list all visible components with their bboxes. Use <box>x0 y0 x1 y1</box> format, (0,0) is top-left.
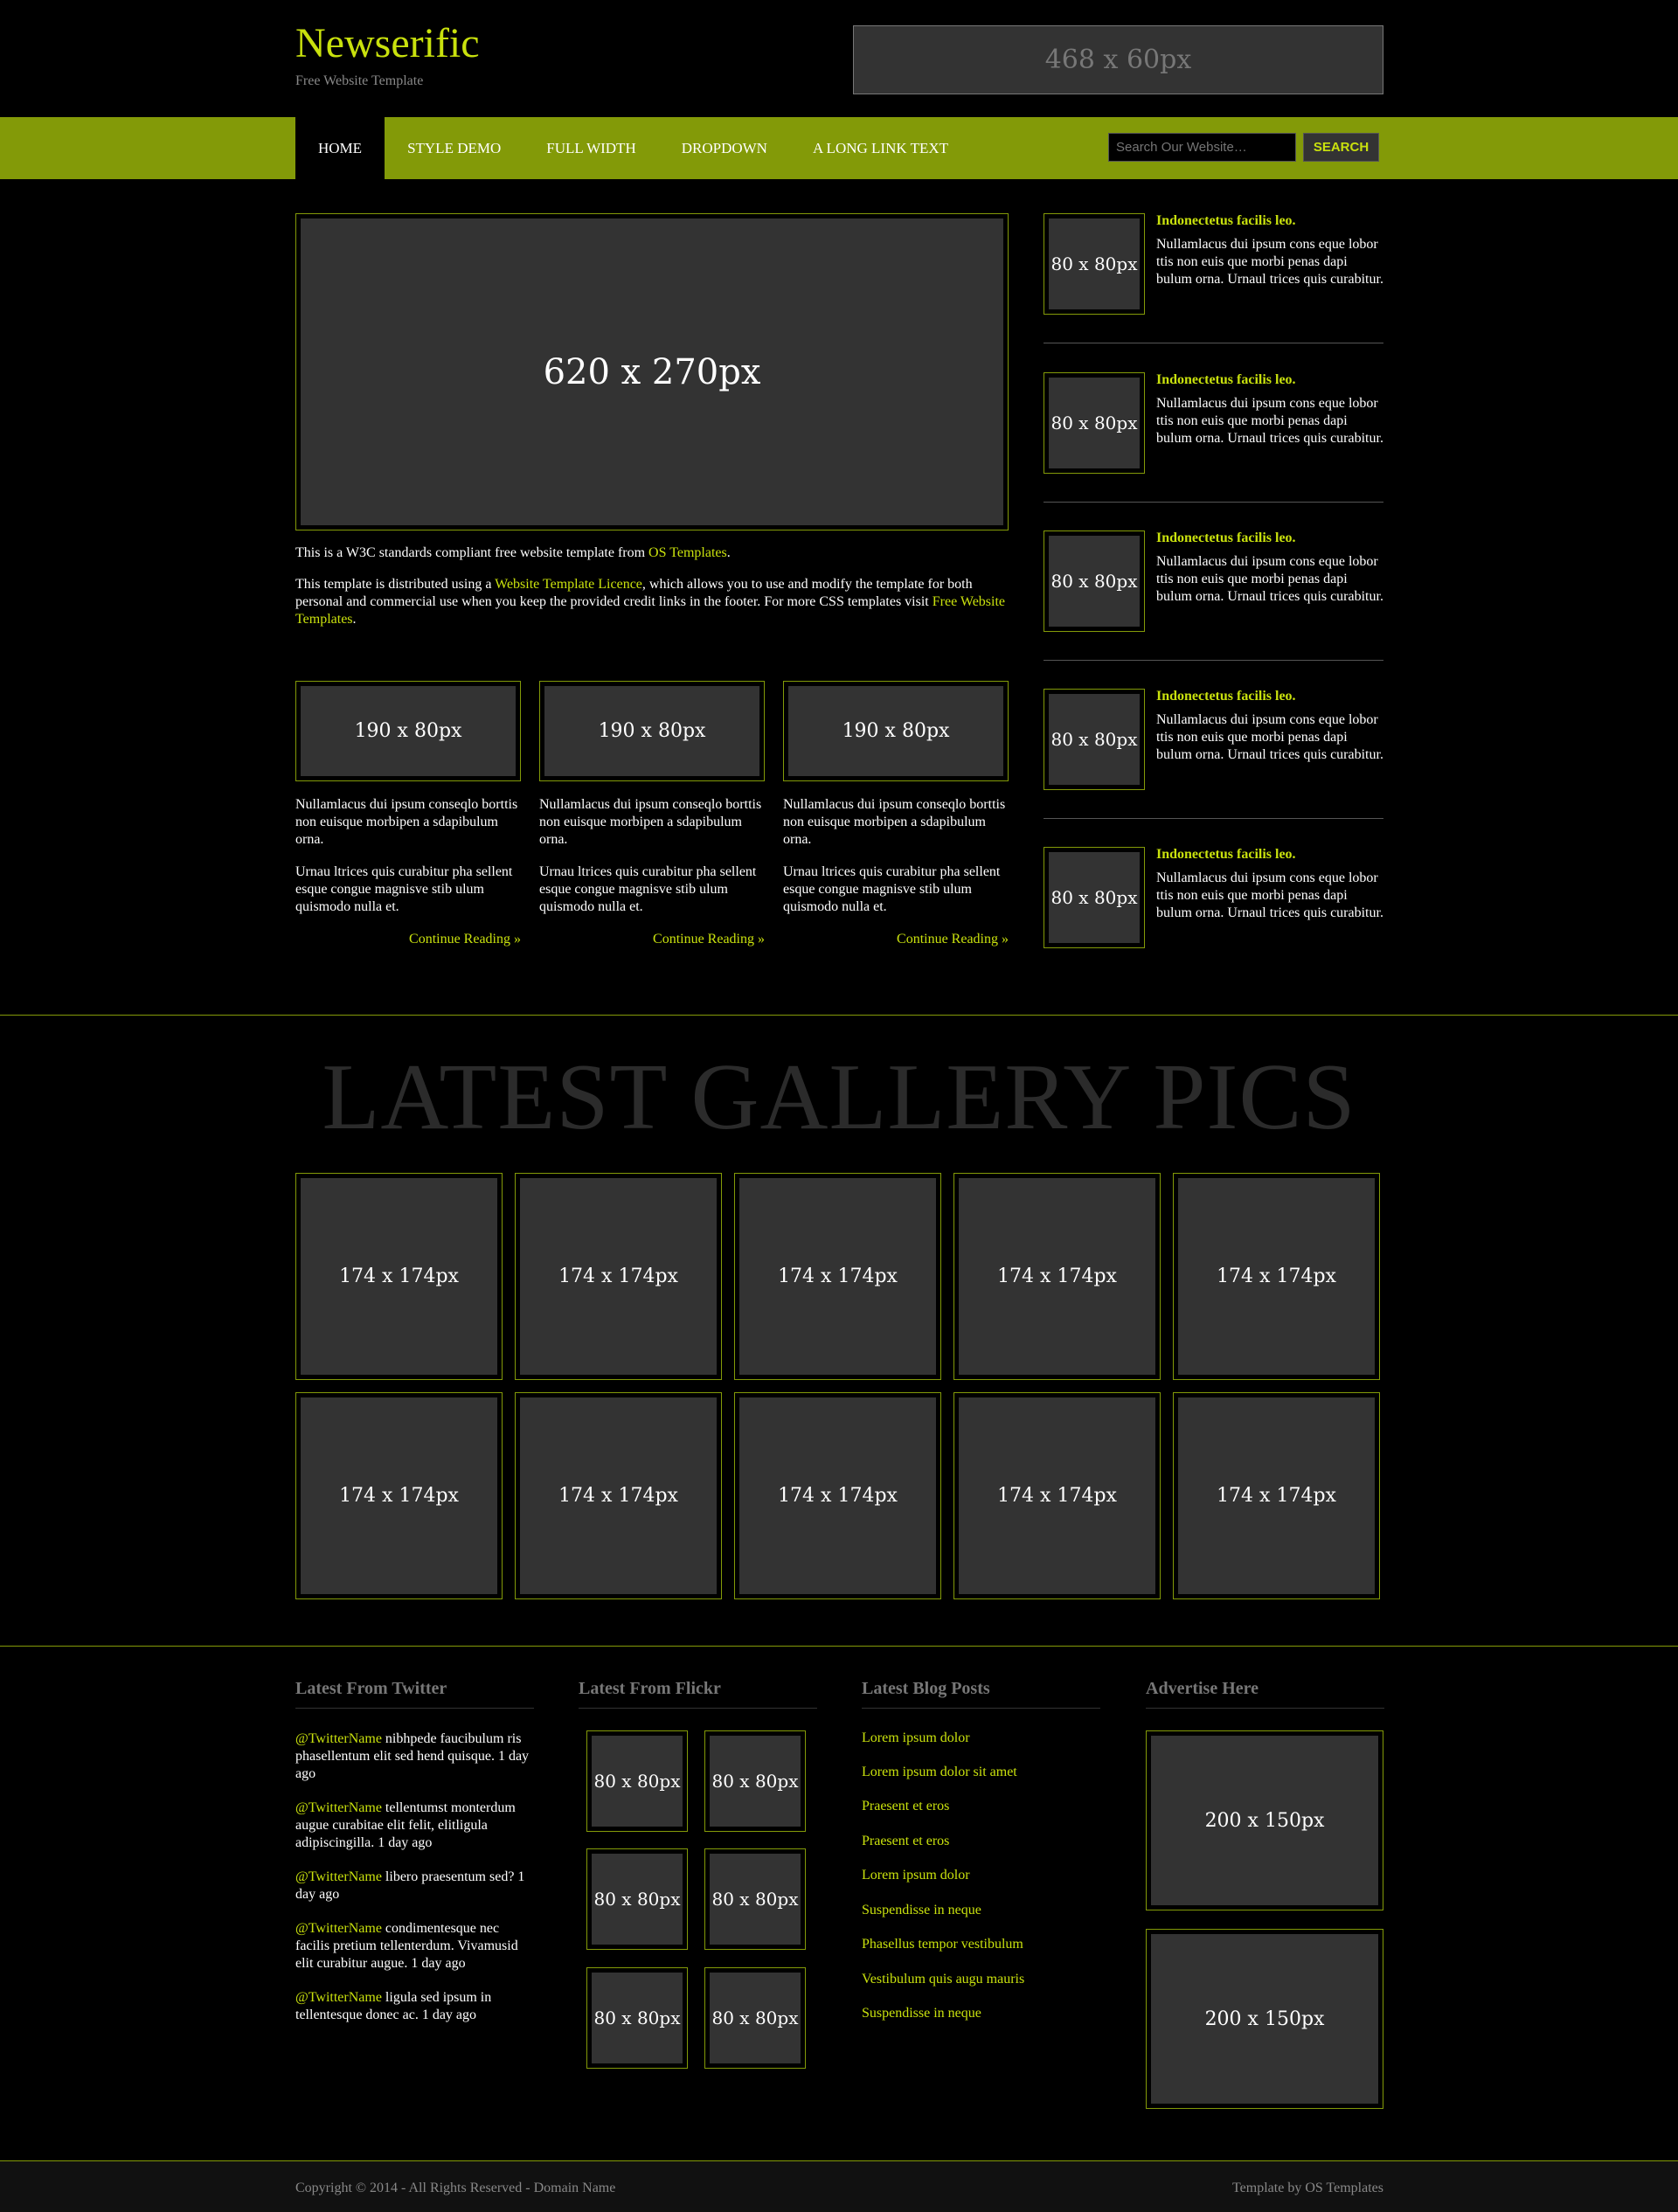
sidebar-divider <box>1044 502 1383 503</box>
ad-block[interactable]: 200 x 150px <box>1146 1929 1383 2109</box>
gallery-top-border <box>0 1015 1678 1016</box>
intro-paragraph: This is a W3C standards compliant free w… <box>295 545 731 560</box>
tweet: @TwitterName ligula sed ipsum in tellent… <box>295 1990 492 2022</box>
sidebar-thumb[interactable]: 80 x 80px <box>1044 213 1145 315</box>
hero-image-label: 620 x 270px <box>543 351 761 392</box>
blog-post-link[interactable]: Lorem ipsum dolor sit amet <box>862 1765 1017 1780</box>
blog-widget-title: Latest Blog Posts <box>862 1679 1100 1709</box>
blog-post-link[interactable]: Suspendisse in neque <box>862 1903 981 1918</box>
nav-item-home[interactable]: Home <box>295 117 385 179</box>
banner-label: 468 x 60px <box>1044 45 1192 75</box>
hero-image: 620 x 270px <box>295 213 1009 530</box>
tweet: @TwitterName condimentesque nec facilis … <box>295 1921 518 1971</box>
sidebar-thumb[interactable]: 80 x 80px <box>1044 689 1145 790</box>
sidebar-item-text: Nullamlacus dui ipsum cons eque lobor tt… <box>1156 237 1383 287</box>
nav-item-long-link[interactable]: A Long Link Text <box>790 117 971 179</box>
flickr-thumb[interactable]: 80 x 80px <box>586 1848 688 1950</box>
column-text-3b: Urnau ltrices quis curabitur pha sellent… <box>783 864 1001 914</box>
copyright-bar: Copyright © 2014 - All Rights Reserved -… <box>0 2160 1678 2212</box>
sidebar-thumb[interactable]: 80 x 80px <box>1044 372 1145 474</box>
column-text-3a: Nullamlacus dui ipsum conseqlo borttis n… <box>783 797 1006 847</box>
twitter-handle-link[interactable]: @TwitterName <box>295 1921 382 1936</box>
sidebar-divider <box>1044 818 1383 819</box>
twitter-handle-link[interactable]: @TwitterName <box>295 1869 382 1884</box>
ad-block[interactable]: 200 x 150px <box>1146 1730 1383 1910</box>
column-text-2b: Urnau ltrices quis curabitur pha sellent… <box>539 864 757 914</box>
sidebar-thumb[interactable]: 80 x 80px <box>1044 530 1145 632</box>
template-credit[interactable]: Template by OS Templates <box>1232 2181 1383 2196</box>
twitter-handle-link[interactable]: @TwitterName <box>295 1990 382 2005</box>
column-image[interactable]: 190 x 80px <box>783 681 1009 781</box>
column-text-2a: Nullamlacus dui ipsum conseqlo borttis n… <box>539 797 762 847</box>
sidebar-item-text: Nullamlacus dui ipsum cons eque lobor tt… <box>1156 554 1383 604</box>
copyright-text: Copyright © 2014 - All Rights Reserved -… <box>295 2181 616 2195</box>
column-text-1b: Urnau ltrices quis curabitur pha sellent… <box>295 864 513 914</box>
licence-paragraph: This template is distributed using a Web… <box>295 577 1006 627</box>
sidebar-divider <box>1044 660 1383 661</box>
blog-post-link[interactable]: Lorem ipsum dolor <box>862 1730 970 1746</box>
sidebar-item-title[interactable]: Indonectetus facilis leo. <box>1156 213 1383 229</box>
os-templates-link[interactable]: OS Templates <box>648 545 727 560</box>
blog-post-link[interactable]: Suspendisse in neque <box>862 2006 981 2021</box>
blog-post-link[interactable]: Praesent et eros <box>862 1799 949 1814</box>
nav-items: Home Style Demo Full Width Dropdown A Lo… <box>295 117 971 179</box>
tweet: @TwitterName nibhpede faucibulum ris pha… <box>295 1731 530 1781</box>
blog-post-link[interactable]: Phasellus tempor vestibulum <box>862 1937 1023 1952</box>
search-button[interactable]: Search <box>1303 133 1379 162</box>
twitter-widget-title: Latest From Twitter <box>295 1679 534 1709</box>
advertise-widget-title: Advertise Here <box>1146 1679 1384 1709</box>
twitter-handle-link[interactable]: @TwitterName <box>295 1731 382 1746</box>
flickr-widget-title: Latest From Flickr <box>579 1679 817 1709</box>
gallery-item[interactable]: 174 x 174px <box>295 1392 503 1599</box>
sidebar-item-title[interactable]: Indonectetus facilis leo. <box>1156 372 1383 388</box>
gallery-item[interactable]: 174 x 174px <box>1173 1173 1380 1380</box>
sidebar-thumb[interactable]: 80 x 80px <box>1044 847 1145 948</box>
gallery-item[interactable]: 174 x 174px <box>295 1173 503 1380</box>
site-logo[interactable]: Newserific <box>295 19 480 67</box>
tweet: @TwitterName libero praesentum sed? 1 da… <box>295 1869 525 1902</box>
nav-item-full-width[interactable]: Full Width <box>524 117 658 179</box>
gallery-item[interactable]: 174 x 174px <box>734 1173 941 1380</box>
nav-item-dropdown[interactable]: Dropdown <box>659 117 790 179</box>
continue-reading-link[interactable]: Continue Reading » <box>295 932 521 947</box>
sidebar-item-title[interactable]: Indonectetus facilis leo. <box>1156 530 1383 546</box>
footer-top-border <box>0 1646 1678 1647</box>
blog-post-link[interactable]: Praesent et eros <box>862 1834 949 1849</box>
search-input[interactable] <box>1108 133 1296 162</box>
gallery-item[interactable]: 174 x 174px <box>515 1392 722 1599</box>
gallery-item[interactable]: 174 x 174px <box>734 1392 941 1599</box>
gallery-item[interactable]: 174 x 174px <box>953 1392 1161 1599</box>
sidebar-item-title[interactable]: Indonectetus facilis leo. <box>1156 689 1383 704</box>
continue-reading-link[interactable]: Continue Reading » <box>539 932 765 947</box>
header-banner-ad[interactable]: 468 x 60px <box>853 25 1383 94</box>
nav-item-style-demo[interactable]: Style Demo <box>385 117 524 179</box>
site-tagline: Free Website Template <box>295 73 424 88</box>
flickr-thumb[interactable]: 80 x 80px <box>704 1730 806 1832</box>
main-nav: Home Style Demo Full Width Dropdown A Lo… <box>0 117 1678 179</box>
gallery-item[interactable]: 174 x 174px <box>515 1173 722 1380</box>
flickr-thumb[interactable]: 80 x 80px <box>704 1848 806 1950</box>
twitter-handle-link[interactable]: @TwitterName <box>295 1800 382 1815</box>
gallery-item[interactable]: 174 x 174px <box>1173 1392 1380 1599</box>
flickr-thumb[interactable]: 80 x 80px <box>586 1967 688 2069</box>
blog-post-link[interactable]: Lorem ipsum dolor <box>862 1868 970 1883</box>
blog-post-link[interactable]: Vestibulum quis augu mauris <box>862 1972 1024 1987</box>
flickr-thumb[interactable]: 80 x 80px <box>704 1967 806 2069</box>
gallery-heading: LATEST GALLERY PICS <box>322 1045 1356 1149</box>
site-header: Newserific Free Website Template 468 x 6… <box>0 0 1678 117</box>
column-text-1a: Nullamlacus dui ipsum conseqlo borttis n… <box>295 797 518 847</box>
column-image[interactable]: 190 x 80px <box>539 681 765 781</box>
tweet: @TwitterName tellentumst monterdum augue… <box>295 1800 516 1850</box>
licence-link[interactable]: Website Template Licence <box>495 577 642 592</box>
continue-reading-link[interactable]: Continue Reading » <box>783 932 1009 947</box>
sidebar-item-text: Nullamlacus dui ipsum cons eque lobor tt… <box>1156 712 1383 762</box>
gallery-item[interactable]: 174 x 174px <box>953 1173 1161 1380</box>
sidebar-item-text: Nullamlacus dui ipsum cons eque lobor tt… <box>1156 870 1383 920</box>
sidebar-item-text: Nullamlacus dui ipsum cons eque lobor tt… <box>1156 396 1383 446</box>
sidebar-item-title[interactable]: Indonectetus facilis leo. <box>1156 847 1383 863</box>
column-image[interactable]: 190 x 80px <box>295 681 521 781</box>
flickr-thumb[interactable]: 80 x 80px <box>586 1730 688 1832</box>
